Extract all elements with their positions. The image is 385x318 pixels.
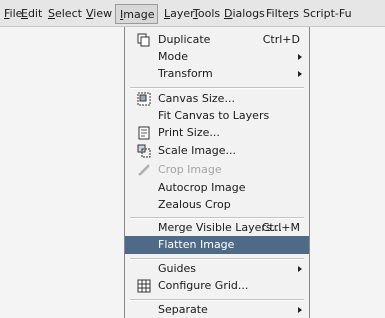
menu-item-scale-image[interactable]: Scale Image... [125,142,309,160]
menu-image[interactable]: Image [115,4,158,24]
menu-item-configure-grid[interactable]: Configure Grid... [125,277,309,295]
menu-select[interactable]: Select [48,7,82,21]
menu-item-guides[interactable]: Guides [125,260,309,278]
menu-dialogs[interactable]: Dialogs [224,7,265,21]
menu-view[interactable]: View [86,7,112,21]
submenu-arrow-icon [298,71,302,77]
menu-script-fu[interactable]: Script-Fu [303,7,352,21]
menu-item-separate[interactable]: Separate [125,301,309,318]
menu-item-label: Crop Image [158,163,222,176]
menu-item-print-size[interactable]: Print Size... [125,124,309,142]
menu-item-crop-image: Crop Image [125,161,309,179]
submenu-arrow-icon [298,54,302,60]
scale-image-icon [137,144,151,158]
menu-item-mode[interactable]: Mode [125,48,309,66]
grid-icon [137,279,151,293]
menu-item-merge-visible-layers[interactable]: Merge Visible Layers... Ctrl+M [125,219,309,237]
crop-icon [138,164,150,176]
menu-layer[interactable]: Layer [164,7,195,21]
menu-item-label: Flatten Image [158,238,235,251]
menu-item-transform[interactable]: Transform [125,65,309,83]
shortcut-label: Ctrl+D [262,33,300,46]
menu-separator [130,87,304,89]
menu-file[interactable]: File [4,7,22,21]
menu-item-canvas-size[interactable]: Canvas Size... [125,90,309,108]
menu-item-label: Scale Image... [158,144,237,157]
menu-item-label: Duplicate [158,33,211,46]
submenu-arrow-icon [298,266,302,272]
menu-item-autocrop[interactable]: Autocrop Image [125,179,309,197]
menu-item-label: Zealous Crop [158,198,231,211]
menu-item-label: Transform [158,67,213,80]
menu-item-label: Autocrop Image [158,181,246,194]
duplicate-icon [137,33,150,47]
menu-item-label: Canvas Size... [158,92,235,105]
menu-item-label: Configure Grid... [158,279,249,292]
menu-item-fit-canvas[interactable]: Fit Canvas to Layers [125,107,309,125]
menu-item-label: Print Size... [158,126,220,139]
menu-edit[interactable]: Edit [21,7,42,21]
submenu-arrow-icon [298,307,302,313]
menu-item-duplicate[interactable]: Duplicate Ctrl+D [125,31,309,49]
menu-item-label: Guides [158,262,197,275]
shortcut-label: Ctrl+M [261,221,300,234]
menu-item-label: Fit Canvas to Layers [158,109,270,122]
menu-item-flatten-image[interactable]: Flatten Image [125,236,309,254]
menu-item-label: Mode [158,50,188,63]
menu-filters[interactable]: Filters [266,7,299,21]
image-menu: Duplicate Ctrl+D Mode Transform Canvas S… [124,27,310,318]
canvas-size-icon [137,92,151,106]
menu-tools[interactable]: Tools [193,7,220,21]
menu-item-zealous-crop[interactable]: Zealous Crop [125,196,309,214]
print-size-icon [138,126,150,140]
menubar: File Edit Select View Image Layer Tools … [0,0,385,27]
menu-item-label: Separate [158,303,208,316]
